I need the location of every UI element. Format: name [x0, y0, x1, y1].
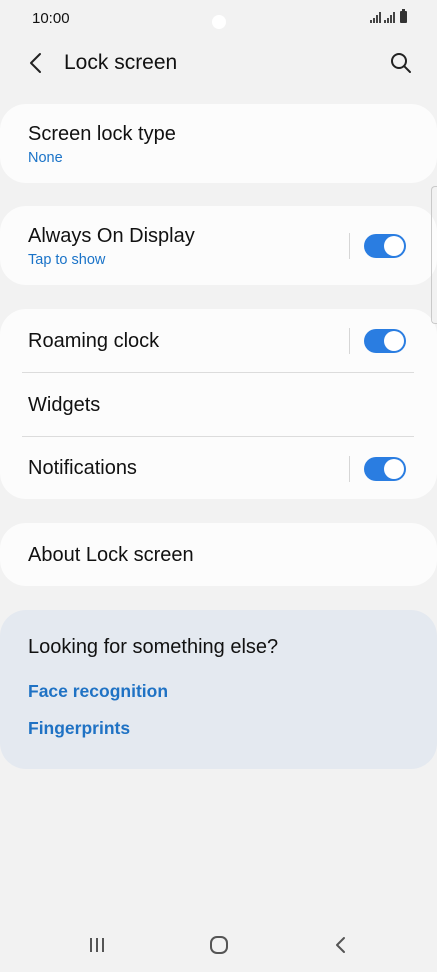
- divider: [349, 233, 350, 259]
- widgets-item[interactable]: Widgets: [0, 373, 437, 436]
- toggle-knob: [384, 459, 404, 479]
- roaming-clock-label: Roaming clock: [28, 330, 160, 352]
- face-recognition-link[interactable]: Face recognition: [28, 681, 168, 702]
- about-lock-screen-item[interactable]: About Lock screen: [0, 523, 437, 586]
- home-button[interactable]: [204, 932, 234, 958]
- app-header: Lock screen: [0, 40, 437, 86]
- battery-icon: [400, 9, 407, 23]
- navigation-bar: [0, 920, 437, 972]
- recent-apps-button[interactable]: [82, 932, 112, 958]
- back-icon: [336, 937, 345, 953]
- home-icon: [210, 936, 228, 954]
- status-bar: 10:00: [0, 0, 437, 36]
- camera-cutout: [212, 15, 226, 29]
- nav-back-button[interactable]: [326, 932, 356, 958]
- chevron-left-icon: [30, 53, 41, 73]
- roaming-clock-toggle[interactable]: [364, 329, 406, 353]
- toggle-knob: [384, 331, 404, 351]
- always-on-display-toggle[interactable]: [364, 234, 406, 258]
- recent-apps-icon: [90, 938, 104, 952]
- screen-lock-type-label: Screen lock type: [28, 123, 176, 145]
- divider: [349, 456, 350, 482]
- divider: [349, 328, 350, 354]
- always-on-display-subtitle: Tap to show: [28, 252, 106, 268]
- notifications-toggle[interactable]: [364, 457, 406, 481]
- signal-icon: [384, 12, 395, 23]
- screen-lock-type-item[interactable]: Screen lock type None: [0, 104, 437, 183]
- status-icons: [370, 9, 407, 23]
- search-icon: [391, 53, 411, 73]
- back-button[interactable]: [22, 49, 50, 77]
- notifications-label: Notifications: [28, 457, 137, 479]
- signal-icon: [370, 12, 381, 23]
- screen-lock-type-value: None: [28, 150, 63, 166]
- about-lock-screen-label: About Lock screen: [28, 544, 194, 566]
- scrollbar[interactable]: [431, 186, 437, 324]
- screen-lock-card: Screen lock type None: [0, 104, 437, 183]
- about-card: About Lock screen: [0, 523, 437, 586]
- toggle-knob: [384, 236, 404, 256]
- widgets-label: Widgets: [28, 394, 101, 416]
- lock-screen-options-card: Roaming clock Widgets Notifications: [0, 309, 437, 499]
- always-on-display-label: Always On Display: [28, 225, 195, 247]
- search-button[interactable]: [387, 49, 415, 77]
- page-title: Lock screen: [64, 51, 178, 74]
- always-on-display-card: Always On Display Tap to show: [0, 206, 437, 285]
- suggestions-title: Looking for something else?: [28, 636, 279, 658]
- status-time: 10:00: [32, 10, 70, 27]
- suggestions-card: Looking for something else? Face recogni…: [0, 610, 437, 769]
- fingerprints-link[interactable]: Fingerprints: [28, 718, 130, 739]
